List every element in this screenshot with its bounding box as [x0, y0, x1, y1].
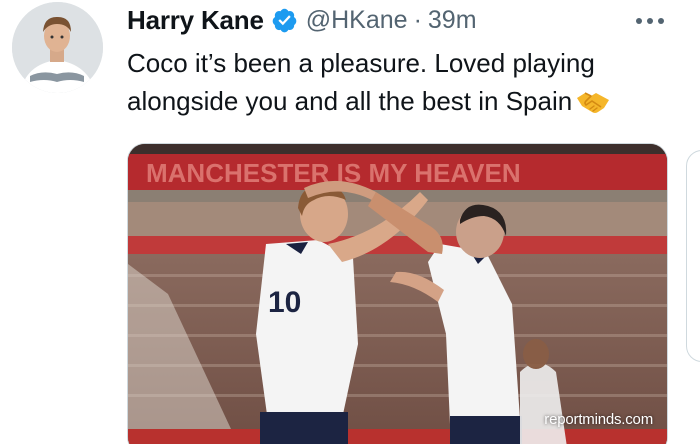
- verified-badge-icon: [271, 7, 298, 34]
- more-options-icon[interactable]: [636, 18, 664, 24]
- timestamp[interactable]: 39m: [428, 6, 477, 35]
- photo-watermark: reportminds.com: [544, 411, 653, 428]
- tweet-body: Coco it’s been a pleasure. Loved playing…: [127, 48, 595, 116]
- player-number: 10: [268, 286, 301, 319]
- photo-players-celebrating: MANCHESTER IS MY HEAVEN 10: [128, 144, 667, 444]
- tweet-photo[interactable]: MANCHESTER IS MY HEAVEN 10 reportminds.c…: [127, 143, 668, 444]
- tweet-card[interactable]: Harry Kane @HKane · 39m Coco it’s been a…: [0, 0, 700, 444]
- next-media-card[interactable]: [686, 150, 700, 362]
- user-handle[interactable]: @HKane: [306, 6, 408, 35]
- display-name[interactable]: Harry Kane: [127, 5, 264, 36]
- separator-dot: ·: [413, 5, 422, 34]
- avatar[interactable]: [12, 2, 103, 93]
- tweet-text: Coco it’s been a pleasure. Loved playing…: [127, 44, 667, 120]
- tweet-header: Harry Kane @HKane · 39m: [127, 4, 477, 36]
- avatar-image: [12, 2, 103, 93]
- handshake-icon: [576, 87, 610, 113]
